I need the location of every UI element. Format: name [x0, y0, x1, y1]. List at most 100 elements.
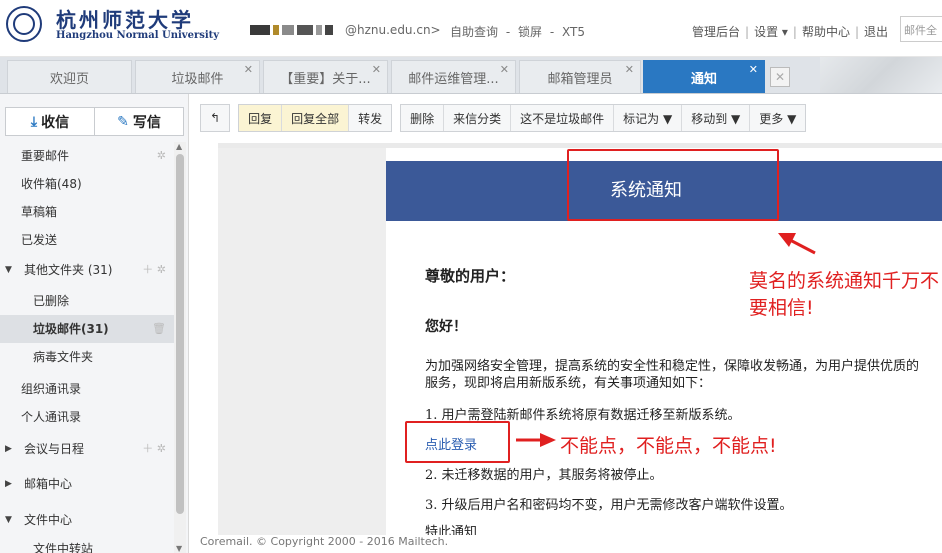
caret-right-icon[interactable]: ▶	[5, 470, 12, 498]
settings-menu[interactable]: 设置 ▾	[754, 25, 788, 39]
sidebar-item-label: 重要邮件	[21, 149, 70, 163]
sidebar-item-label: 其他文件夹 (31)	[24, 263, 113, 277]
sidebar-item-org-contacts[interactable]: 组织通讯录	[0, 375, 174, 403]
move-to-button[interactable]: 移动到 ▼	[681, 105, 749, 131]
top-nav: 管理后台 | 设置 ▾ | 帮助中心 | 退出	[692, 25, 889, 39]
sidebar-item-label: 个人通讯录	[21, 410, 82, 424]
warning-annotation-2: 不能点，不能点，不能点!	[560, 435, 777, 457]
tab-ops[interactable]: 邮件运维管理... ✕	[391, 60, 516, 93]
hello-text: 您好！	[425, 319, 467, 335]
logout-link[interactable]: 退出	[864, 25, 888, 39]
sidebar-item-virus[interactable]: 病毒文件夹	[0, 343, 174, 371]
sidebar-item-label: 垃圾邮件(31)	[33, 322, 109, 336]
tab-welcome[interactable]: 欢迎页	[7, 60, 132, 93]
tab-spam[interactable]: 垃圾邮件 ✕	[135, 60, 260, 93]
sidebar-item-inbox[interactable]: 收件箱(48)	[0, 170, 174, 198]
highlight-box	[567, 149, 779, 221]
tab-admin[interactable]: 邮箱管理员 ✕	[519, 60, 641, 93]
sidebar-item-sent[interactable]: 已发送	[0, 226, 174, 254]
sidebar-item-label: 文件中转站	[33, 542, 94, 553]
scroll-down-icon[interactable]: ▼	[176, 544, 182, 553]
footer-copyright: Coremail. © Copyright 2000 - 2016 Mailte…	[200, 535, 449, 548]
receive-button[interactable]: ⤓ 收信	[6, 108, 94, 135]
forward-button[interactable]: 转发	[348, 105, 391, 131]
add-gear-icon[interactable]: ＋ ✲	[142, 435, 166, 463]
tab-important[interactable]: 【重要】关于... ✕	[263, 60, 388, 93]
sidebar-item-spam[interactable]: 垃圾邮件(31) 🗑	[0, 315, 174, 343]
receive-label: 收信	[41, 114, 70, 131]
close-icon[interactable]: ✕	[625, 63, 634, 76]
header-sep: -	[549, 25, 555, 39]
self-query-link[interactable]: 自助查询	[450, 25, 498, 39]
notice-item-2: 2. 未迁移数据的用户，其服务将被停止。	[425, 468, 663, 483]
sidebar-item-label: 已发送	[21, 233, 58, 247]
tab-label: 欢迎页	[49, 71, 89, 87]
caret-down-icon[interactable]: ▼	[5, 256, 12, 284]
mail-search-input[interactable]: 邮件全	[900, 16, 942, 42]
caret-down-icon[interactable]: ▼	[5, 506, 12, 534]
trash-icon[interactable]: 🗑	[152, 315, 166, 343]
mark-as-button[interactable]: 标记为 ▼	[613, 105, 681, 131]
close-icon[interactable]: ✕	[749, 63, 758, 76]
version-link[interactable]: XT5	[562, 25, 585, 39]
user-name-pixelated	[250, 24, 342, 36]
tab-label: 邮箱管理员	[547, 71, 613, 87]
tab-notice[interactable]: 通知 ✕	[643, 60, 765, 93]
compose-row: ⤓ 收信 ✎ 写信	[5, 107, 184, 136]
sidebar-scrollbar[interactable]: ▲ ▼	[174, 142, 186, 553]
sidebar-item-drafts[interactable]: 草稿箱	[0, 198, 174, 226]
gear-icon[interactable]: ✲	[157, 142, 166, 170]
sidebar-item-file-center[interactable]: ▼ 文件中心	[0, 506, 174, 534]
help-link[interactable]: 帮助中心	[802, 25, 850, 39]
sidebar-item-starred[interactable]: 重要邮件 ✲	[0, 142, 174, 170]
sidebar-item-other-folders[interactable]: ▼ 其他文件夹 (31) ＋ ✲	[0, 256, 174, 284]
highlight-box	[405, 421, 510, 463]
sidebar-item-label: 组织通讯录	[21, 382, 82, 396]
edit-icon: ✎	[117, 113, 129, 130]
sidebar-item-calendar[interactable]: ▶ 会议与日程 ＋ ✲	[0, 435, 174, 463]
message-left-panel	[218, 148, 386, 535]
notice-item-4: 特此通知	[425, 525, 478, 535]
new-tab-icon[interactable]: ✕	[770, 67, 790, 87]
sidebar-item-label: 已删除	[33, 294, 70, 308]
tab-bar-decoration	[820, 57, 942, 93]
compose-label: 写信	[132, 114, 161, 131]
sidebar-item-label: 收件箱(48)	[21, 177, 82, 191]
sidebar-item-file-transfer[interactable]: 文件中转站	[0, 535, 174, 553]
tab-bar: 欢迎页 垃圾邮件 ✕ 【重要】关于... ✕ 邮件运维管理... ✕ 邮箱管理员 ✕ 通…	[0, 57, 942, 94]
reply-button[interactable]: 回复	[239, 105, 282, 131]
message-toolbar: ↰ 回复 回复全部 转发 删除 来信分类 这不是垃圾邮件 标记为 ▼ 移动到 ▼…	[200, 104, 814, 132]
notice-item-3: 3. 升级后用户名和密码均不变，用户无需修改客户端软件设置。	[425, 498, 793, 513]
download-icon: ⤓	[30, 113, 38, 130]
university-name-en: Hangzhou Normal University	[56, 30, 220, 41]
tab-label: 【重要】关于...	[280, 71, 371, 87]
back-button[interactable]: ↰	[201, 105, 229, 131]
greeting: 尊敬的用户：	[425, 267, 516, 285]
header-links: 自助查询 - 锁屏 - XT5	[450, 23, 589, 40]
sidebar-item-label: 草稿箱	[21, 205, 58, 219]
close-icon[interactable]: ✕	[244, 63, 253, 76]
sidebar-item-mailbox-center[interactable]: ▶ 邮箱中心	[0, 470, 174, 498]
tab-label: 邮件运维管理...	[408, 71, 499, 87]
not-spam-button[interactable]: 这不是垃圾邮件	[510, 105, 613, 131]
add-gear-icon[interactable]: ＋ ✲	[142, 256, 166, 284]
lock-screen-link[interactable]: 锁屏	[518, 25, 542, 39]
user-email: @hznu.edu.cn>	[345, 23, 441, 37]
university-name-cn: 杭州师范大学	[56, 8, 194, 32]
header-sep: -	[505, 25, 511, 39]
caret-right-icon[interactable]: ▶	[5, 435, 12, 463]
tab-label: 垃圾邮件	[171, 71, 224, 87]
compose-button[interactable]: ✎ 写信	[94, 108, 183, 135]
scroll-thumb[interactable]	[176, 154, 184, 514]
delete-button[interactable]: 删除	[401, 105, 443, 131]
scroll-up-icon[interactable]: ▲	[176, 142, 182, 151]
classify-button[interactable]: 来信分类	[443, 105, 510, 131]
more-button[interactable]: 更多 ▼	[749, 105, 805, 131]
sidebar-item-personal-contacts[interactable]: 个人通讯录	[0, 403, 174, 431]
close-icon[interactable]: ✕	[500, 63, 509, 76]
close-icon[interactable]: ✕	[372, 63, 381, 76]
admin-link[interactable]: 管理后台	[692, 25, 740, 39]
sidebar: ⤓ 收信 ✎ 写信 重要邮件 ✲ 收件箱(48) 草稿箱 已发送 ▼ 其他文件夹 (31…	[0, 94, 189, 553]
sidebar-item-deleted[interactable]: 已删除	[0, 287, 174, 315]
reply-all-button[interactable]: 回复全部	[281, 105, 349, 131]
